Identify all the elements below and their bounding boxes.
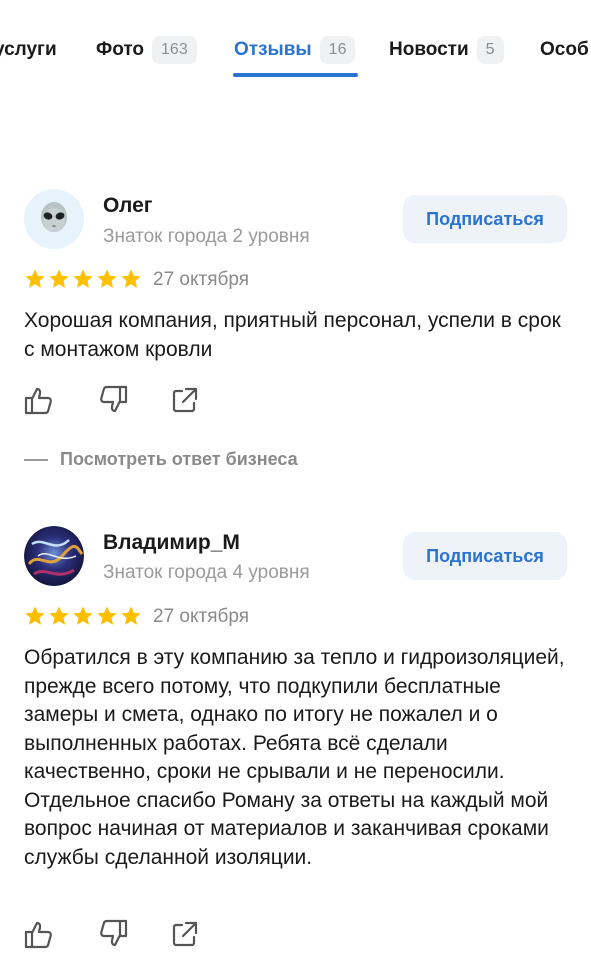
avatar[interactable] (24, 526, 84, 586)
view-business-reply-link[interactable]: Посмотреть ответ бизнеса (24, 449, 298, 470)
tab-features[interactable]: Особ (540, 34, 589, 66)
tab-count-badge: 163 (152, 36, 197, 64)
tab-photos[interactable]: Фото 163 (96, 34, 197, 66)
tab-bar: услуги Фото 163 Отзывы 16 Новости 5 Особ (0, 0, 591, 80)
thumbs-up-icon[interactable] (22, 917, 56, 951)
share-icon[interactable] (168, 383, 202, 417)
tab-label: Новости (389, 39, 469, 60)
business-reply-label: Посмотреть ответ бизнеса (60, 449, 298, 469)
star-icon (121, 606, 141, 625)
thumbs-down-icon[interactable] (96, 917, 130, 951)
thumbs-up-icon[interactable] (22, 383, 56, 417)
star-icon (97, 269, 117, 288)
tab-label: услуги (0, 39, 57, 60)
star-icon (25, 269, 45, 288)
review-text: Обратился в эту компанию за тепло и гидр… (24, 646, 565, 869)
tab-count-badge: 5 (476, 36, 504, 64)
tab-news[interactable]: Новости 5 (389, 34, 504, 66)
thumbs-down-icon[interactable] (96, 383, 130, 417)
tab-label: Особ (540, 39, 589, 60)
star-icon (73, 606, 93, 625)
divider-dash (24, 458, 48, 461)
tab-services[interactable]: услуги (0, 34, 57, 66)
author-name[interactable]: Олег (103, 194, 153, 218)
active-tab-indicator (233, 73, 358, 77)
tab-label: Фото (96, 39, 145, 60)
review-text: Хорошая компания, приятный персонал, усп… (24, 309, 561, 361)
alien-emoji-icon (24, 189, 84, 249)
tab-reviews[interactable]: Отзывы 16 (234, 34, 356, 66)
tab-count-badge: 16 (319, 36, 356, 64)
rating-stars (24, 268, 142, 290)
star-icon (25, 606, 45, 625)
share-icon[interactable] (168, 917, 202, 951)
star-icon (49, 269, 69, 288)
star-icon (73, 269, 93, 288)
avatar[interactable] (24, 189, 84, 249)
review-date: 27 октября (153, 269, 250, 290)
star-icon (49, 606, 69, 625)
subscribe-button[interactable]: Подписаться (403, 532, 567, 580)
author-name[interactable]: Владимир_М (103, 531, 240, 555)
rating-stars (24, 605, 142, 627)
author-level: Знаток города 4 уровня (103, 562, 310, 583)
review-date: 27 октября (153, 606, 250, 627)
subscribe-button[interactable]: Подписаться (403, 195, 567, 243)
star-icon (97, 606, 117, 625)
star-icon (121, 269, 141, 288)
tab-label: Отзывы (234, 39, 312, 60)
abstract-photo-avatar (24, 526, 84, 586)
author-level: Знаток города 2 уровня (103, 226, 310, 247)
